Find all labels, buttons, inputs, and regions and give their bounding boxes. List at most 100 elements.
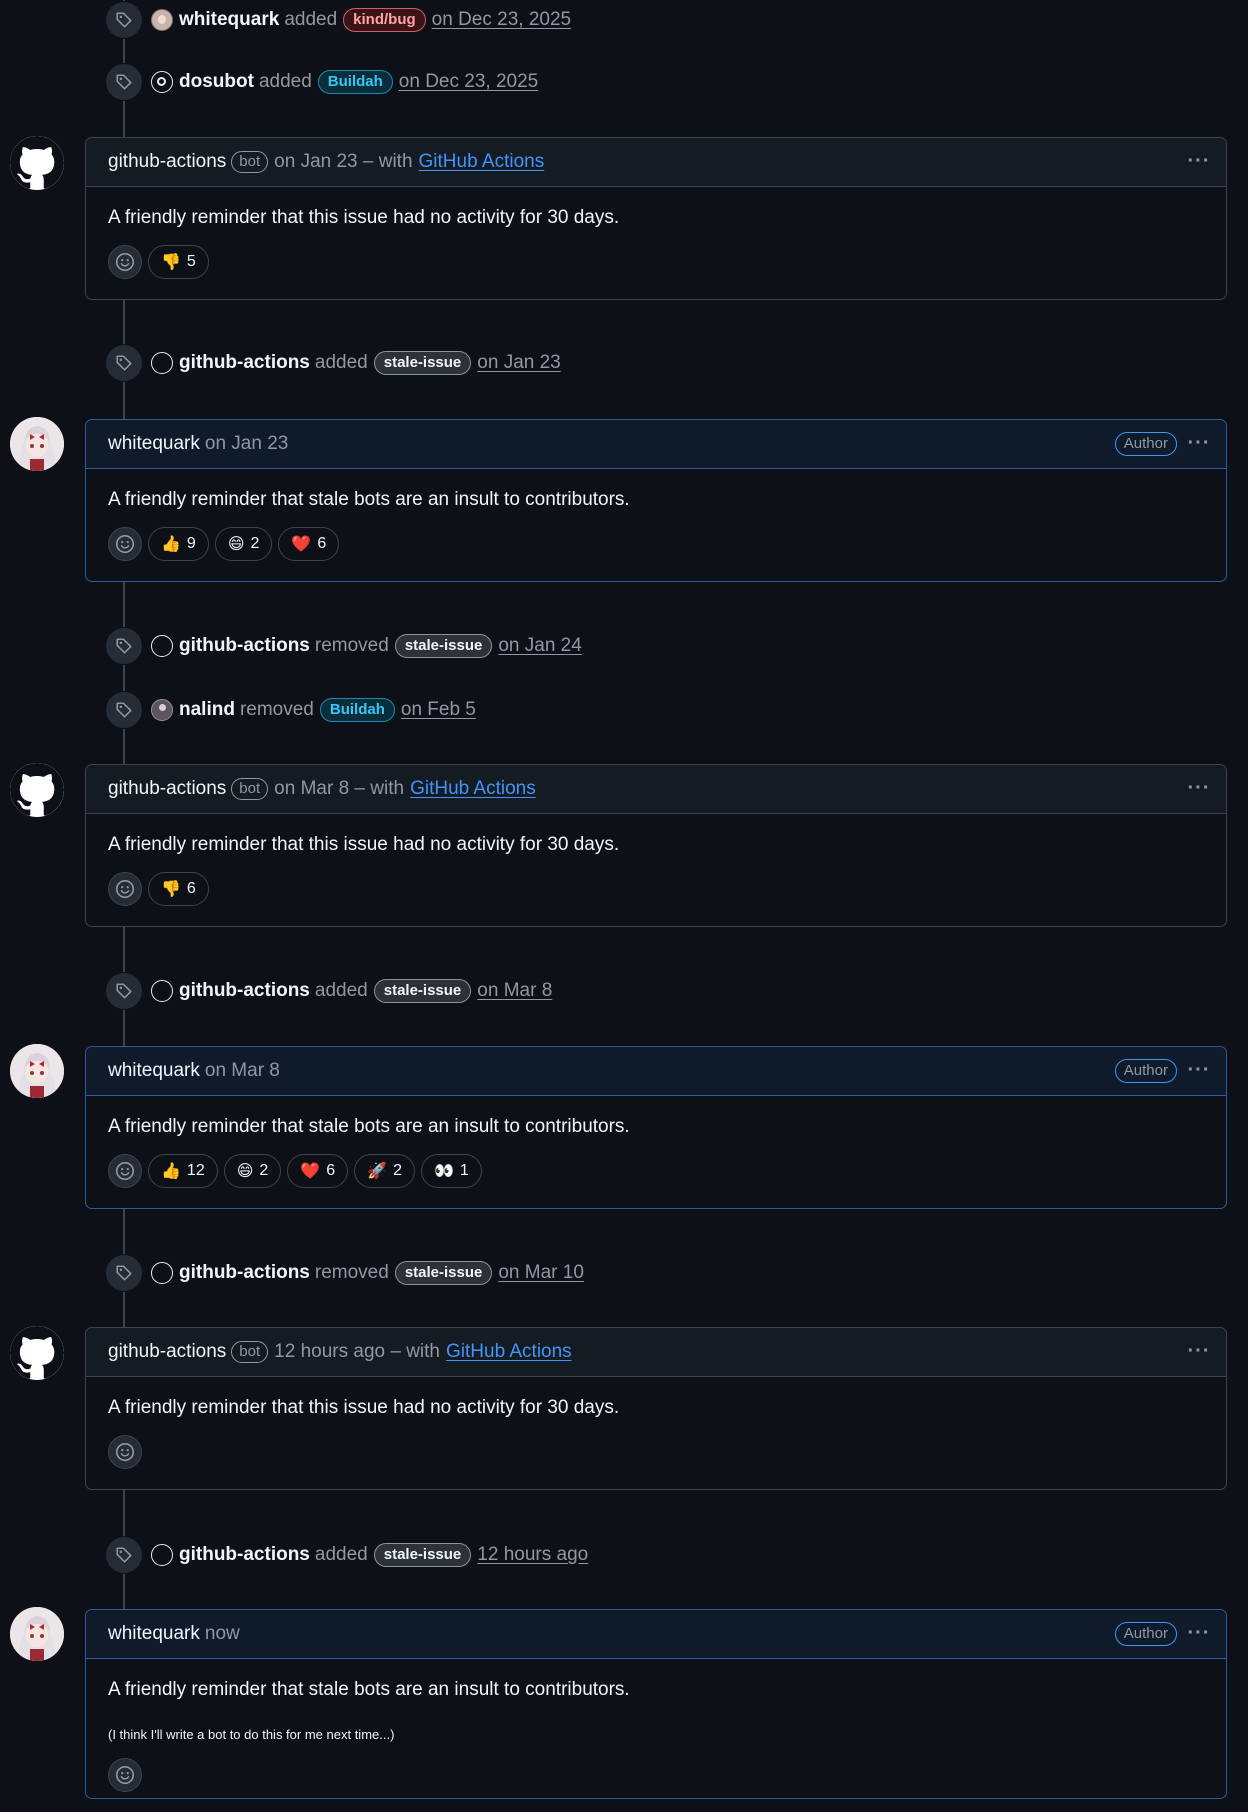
event-actor[interactable]: github-actions <box>179 1544 310 1566</box>
event-actor[interactable]: github-actions <box>179 1262 310 1284</box>
kebab-icon[interactable]: ··· <box>1186 1338 1212 1364</box>
label-stale-issue[interactable]: stale-issue <box>394 1261 493 1285</box>
smiley-icon[interactable] <box>108 1435 142 1469</box>
comment-text: A friendly reminder that stale bots are … <box>108 1679 630 1700</box>
github-actions-link[interactable]: GitHub Actions <box>446 1341 572 1363</box>
comment-timestamp[interactable]: on Jan 23 – with <box>274 151 412 173</box>
event-actor[interactable]: github-actions <box>179 980 310 1002</box>
comment-author[interactable]: github-actions <box>108 778 226 800</box>
event-date-link[interactable]: 12 hours ago <box>477 1544 588 1566</box>
tag-icon <box>105 627 143 665</box>
reaction-count: 2 <box>250 535 260 552</box>
reaction-count: 6 <box>317 535 327 552</box>
reaction-heart[interactable]: ❤️ 6 <box>278 527 340 561</box>
label-stale-issue[interactable]: stale-issue <box>373 1543 472 1567</box>
timeline-event: nalind removed Buildah on Feb 5 <box>105 691 476 729</box>
event-actor[interactable]: nalind <box>179 699 235 721</box>
label-kind-bug[interactable]: kind/bug <box>343 8 426 32</box>
anime-avatar-icon[interactable] <box>10 1044 64 1098</box>
reactions-bar: 👍 9 😄 2 ❤️ 6 <box>108 527 1204 581</box>
reaction-eyes[interactable]: 👀 1 <box>420 1154 482 1188</box>
comment-author[interactable]: github-actions <box>108 1341 226 1363</box>
kebab-icon[interactable]: ··· <box>1186 1620 1212 1646</box>
comment-card: github-actions bot 12 hours ago – with G… <box>85 1327 1227 1490</box>
comment-timestamp[interactable]: on Mar 8 – with <box>274 778 404 800</box>
event-actor[interactable]: github-actions <box>179 635 310 657</box>
label-stale-issue[interactable]: stale-issue <box>373 979 472 1003</box>
github-mark-icon[interactable] <box>10 1326 64 1380</box>
github-mark-icon[interactable] <box>10 763 64 817</box>
smiley-icon[interactable] <box>108 1154 142 1188</box>
actor-avatar[interactable] <box>151 352 173 374</box>
event-date-link[interactable]: on Jan 24 <box>498 635 581 657</box>
comment-note: (I think I'll write a bot to do this for… <box>108 1727 395 1742</box>
actor-avatar[interactable] <box>151 1262 173 1284</box>
comment-timestamp[interactable]: on Mar 8 <box>205 1060 280 1082</box>
actor-avatar[interactable] <box>151 980 173 1002</box>
reaction-laugh[interactable]: 😄 2 <box>223 1154 282 1188</box>
reaction-heart[interactable]: ❤️ 6 <box>287 1154 349 1188</box>
kebab-icon[interactable]: ··· <box>1186 775 1212 801</box>
reaction-emoji: 👎 <box>161 254 181 271</box>
timeline-event: github-actions added stale-issue 12 hour… <box>105 1536 588 1574</box>
anime-avatar-icon[interactable] <box>10 417 64 471</box>
event-date-link[interactable]: on Mar 10 <box>498 1262 584 1284</box>
comment-body: A friendly reminder that this issue had … <box>86 1377 1226 1489</box>
event-date-link[interactable]: on Dec 23, 2025 <box>399 71 538 93</box>
comment-timestamp[interactable]: on Jan 23 <box>205 433 288 455</box>
label-buildah[interactable]: Buildah <box>319 698 395 722</box>
comment-author[interactable]: whitequark <box>108 1623 200 1645</box>
actor-avatar[interactable] <box>151 699 173 721</box>
reaction-thumbsup[interactable]: 👍 9 <box>148 527 209 561</box>
actor-avatar[interactable] <box>151 635 173 657</box>
smiley-icon[interactable] <box>108 527 142 561</box>
event-actor[interactable]: whitequark <box>179 9 279 31</box>
comment-author[interactable]: github-actions <box>108 151 226 173</box>
github-actions-link[interactable]: GitHub Actions <box>419 151 545 173</box>
smiley-icon[interactable] <box>108 1758 142 1792</box>
comment-header: github-actions bot on Mar 8 – with GitHu… <box>86 765 1226 814</box>
smiley-icon[interactable] <box>108 872 142 906</box>
reactions-bar: 👍 12 😄 2 ❤️ 6 🚀 2 👀 1 <box>108 1154 1204 1208</box>
actor-avatar[interactable] <box>151 9 173 31</box>
comment-author[interactable]: whitequark <box>108 433 200 455</box>
comment-timestamp[interactable]: now <box>205 1623 240 1645</box>
event-date-link[interactable]: on Dec 23, 2025 <box>432 9 571 31</box>
reaction-emoji: ❤️ <box>300 1163 321 1180</box>
timeline-event: github-actions added stale-issue on Mar … <box>105 972 552 1010</box>
event-verb: added <box>314 1544 368 1565</box>
event-date-link[interactable]: on Jan 23 <box>477 352 560 374</box>
reaction-thumbsdown[interactable]: 👎 5 <box>148 245 209 279</box>
label-stale-issue[interactable]: stale-issue <box>373 351 472 375</box>
kebab-icon[interactable]: ··· <box>1186 148 1212 174</box>
actor-avatar[interactable] <box>151 71 173 93</box>
label-stale-issue[interactable]: stale-issue <box>394 634 493 658</box>
smiley-icon[interactable] <box>108 245 142 279</box>
author-badge: Author <box>1114 432 1177 456</box>
comment-body: A friendly reminder that stale bots are … <box>86 1659 1226 1812</box>
issue-timeline: whitequark added kind/bug on Dec 23, 202… <box>0 0 1248 1799</box>
event-date-link[interactable]: on Mar 8 <box>477 980 552 1002</box>
event-date-link[interactable]: on Feb 5 <box>401 699 476 721</box>
kebab-icon[interactable]: ··· <box>1186 1057 1212 1083</box>
actor-avatar[interactable] <box>151 1544 173 1566</box>
reaction-thumbsdown[interactable]: 👎 6 <box>148 872 209 906</box>
reaction-rocket[interactable]: 🚀 2 <box>354 1154 415 1188</box>
reaction-laugh[interactable]: 😄 2 <box>214 527 273 561</box>
event-verb: added <box>284 9 338 30</box>
comment-author[interactable]: whitequark <box>108 1060 200 1082</box>
kebab-icon[interactable]: ··· <box>1186 430 1212 456</box>
comment-body: A friendly reminder that stale bots are … <box>86 1096 1226 1208</box>
event-actor[interactable]: github-actions <box>179 352 310 374</box>
reaction-count: 9 <box>186 535 196 552</box>
reaction-thumbsup[interactable]: 👍 12 <box>148 1154 218 1188</box>
event-actor[interactable]: dosubot <box>179 71 254 93</box>
comment-timestamp[interactable]: 12 hours ago – with <box>274 1341 440 1363</box>
comment-text: A friendly reminder that this issue had … <box>108 207 620 228</box>
github-mark-icon[interactable] <box>10 136 64 190</box>
label-buildah[interactable]: Buildah <box>317 70 393 94</box>
github-actions-link[interactable]: GitHub Actions <box>410 778 536 800</box>
comment-text: A friendly reminder that this issue had … <box>108 1397 620 1418</box>
tag-icon <box>105 1 143 39</box>
anime-avatar-icon[interactable] <box>10 1607 64 1661</box>
